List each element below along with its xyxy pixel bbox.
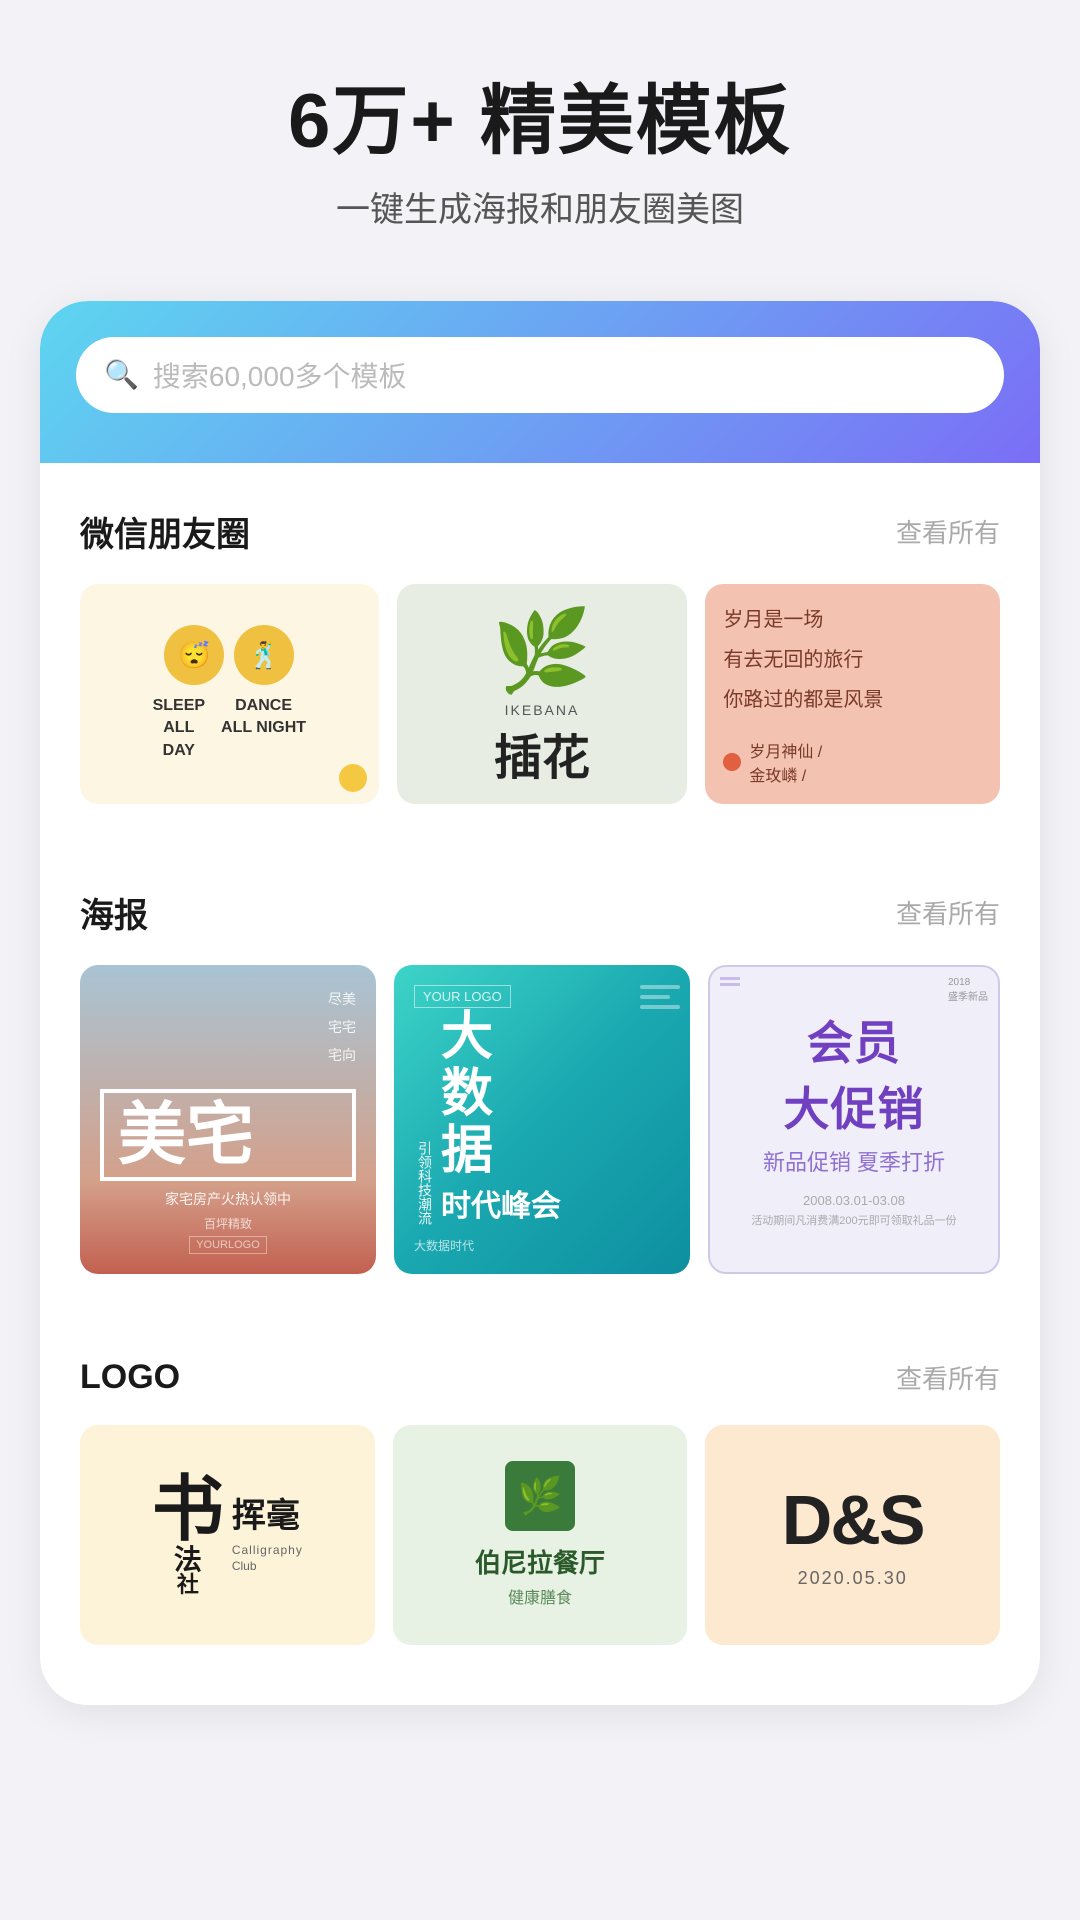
poster-side-text: 尽美宅宅宅向 — [100, 985, 356, 1069]
logo1-right-text: 挥毫 Calligraphy Club — [232, 1496, 303, 1573]
logo-section: LOGO 查看所有 书 法 社 挥毫 Calligraphy Club — [40, 1314, 1040, 1655]
logo1-eng1: Calligraphy — [232, 1543, 303, 1557]
poster3-sub: 新品促销 夏季打折 — [763, 1145, 945, 1177]
card-sleep-dance-text: SLEEP ALL DAY DANCE ALL NIGHT — [153, 695, 307, 762]
logo1-main-area: 书 法 社 挥毫 Calligraphy Club — [152, 1474, 303, 1596]
poster2-logo: YOUR LOGO — [414, 985, 511, 1008]
hero-section: 6万+ 精美模板 一键生成海报和朋友圈美图 — [0, 0, 1080, 271]
logo-card-ds[interactable]: D&S 2020.05.30 — [705, 1425, 1000, 1645]
poster-section-title: 海报 — [80, 888, 148, 937]
poster-main-text: 美宅 — [100, 1089, 356, 1181]
poster3-corner: 2018 盛季新品 — [948, 977, 988, 1003]
poem-name1: 岁月神仙 / 金玫嶙 / — [749, 738, 822, 786]
logo1-brush-area: 书 法 社 — [152, 1474, 224, 1596]
logo2-name: 伯尼拉餐厅 — [475, 1543, 605, 1580]
logo3-letters: D&S — [782, 1480, 924, 1560]
decorative-waves — [640, 985, 680, 1009]
hero-title: 6万+ 精美模板 — [60, 80, 1020, 164]
logo1-bottom-char2: 社 — [177, 1574, 199, 1596]
poster-view-all[interactable]: 查看所有 — [896, 894, 1000, 931]
logo-card-calligraphy[interactable]: 书 法 社 挥毫 Calligraphy Club — [80, 1425, 375, 1645]
logo1-hanzi: 挥毫 — [232, 1496, 300, 1537]
poster2-main-area: 引领科技潮流 大数据 时代峰会 — [414, 1009, 670, 1225]
poster-section: 海报 查看所有 尽美宅宅宅向 美宅 家宅房产火热认领中 百坪精致 YOURLOG… — [40, 844, 1040, 1284]
poster3-main: 会员 — [807, 1007, 901, 1073]
plant-emoji: 🌿 — [492, 604, 592, 698]
search-header: 🔍 搜索60,000多个模板 — [40, 301, 1040, 463]
deco-lines — [720, 977, 740, 986]
card-badge — [339, 764, 367, 792]
wechat-card-ikebana[interactable]: 🌿 IKEBANA 插花 — [397, 584, 688, 804]
wechat-section: 微信朋友圈 查看所有 😴 🕺 SLEEP ALL DAY DANCE — [40, 463, 1040, 814]
logo-card-restaurant[interactable]: 🌿 伯尼拉餐厅 健康膳食 — [393, 1425, 688, 1645]
card-figures: 😴 🕺 — [164, 625, 294, 685]
poster2-big-text: 大数据 时代峰会 — [441, 1009, 561, 1225]
poster-logo: YOURLOGO — [189, 1236, 267, 1254]
dance-text: DANCE ALL NIGHT — [221, 695, 306, 762]
poster3-detail: 2008.03.01-03.08 活动期间凡消费满200元即可领取礼品一份 — [751, 1189, 956, 1232]
figure-dance: 🕺 — [234, 625, 294, 685]
wechat-view-all[interactable]: 查看所有 — [896, 513, 1000, 550]
search-bar[interactable]: 🔍 搜索60,000多个模板 — [76, 337, 1004, 413]
hero-subtitle: 一键生成海报和朋友圈美图 — [60, 182, 1020, 231]
poster-card-member-sale[interactable]: 2018 盛季新品 会员 大促销 新品促销 夏季打折 2008.03.01-03… — [708, 965, 1000, 1274]
poster-cards-row: 尽美宅宅宅向 美宅 家宅房产火热认领中 百坪精致 YOURLOGO YOUR L… — [80, 965, 1000, 1274]
logo-section-title: LOGO — [80, 1358, 180, 1397]
wechat-card-sleep-dance[interactable]: 😴 🕺 SLEEP ALL DAY DANCE ALL NIGHT — [80, 584, 379, 804]
logo-cards-row: 书 法 社 挥毫 Calligraphy Club 🌿 伯尼拉餐厅 健康膳食 — [80, 1425, 1000, 1645]
poster-card-realestate[interactable]: 尽美宅宅宅向 美宅 家宅房产火热认领中 百坪精致 YOURLOGO — [80, 965, 376, 1274]
logo2-icon: 🌿 — [505, 1461, 575, 1531]
search-placeholder: 搜索60,000多个模板 — [153, 355, 407, 395]
poem-text: 岁月是一场 有去无回的旅行 你路过的都是风景 — [723, 602, 982, 718]
app-card: 🔍 搜索60,000多个模板 微信朋友圈 查看所有 😴 🕺 SLEEP ALL — [40, 301, 1040, 1705]
wechat-section-header: 微信朋友圈 查看所有 — [80, 507, 1000, 556]
wechat-card-poem[interactable]: 岁月是一场 有去无回的旅行 你路过的都是风景 岁月神仙 / 金玫嶙 / — [705, 584, 1000, 804]
poster-card-bigdata[interactable]: YOUR LOGO 引领科技潮流 大数据 时代峰会 大数据时代 — [394, 965, 690, 1274]
figure-sleep: 😴 — [164, 625, 224, 685]
sleep-text: SLEEP ALL DAY — [153, 695, 205, 762]
logo1-brush-char: 书 — [152, 1474, 224, 1546]
poster-section-header: 海报 查看所有 — [80, 888, 1000, 937]
logo2-sub: 健康膳食 — [508, 1584, 572, 1608]
logo-section-header: LOGO 查看所有 — [80, 1358, 1000, 1397]
logo3-date: 2020.05.30 — [798, 1568, 908, 1589]
ikebana-label: IKEBANA — [505, 702, 580, 718]
logo-view-all[interactable]: 查看所有 — [896, 1359, 1000, 1396]
logo1-eng2: Club — [232, 1559, 257, 1573]
poem-authors: 岁月神仙 / 金玫嶙 / — [723, 738, 982, 786]
poster-footer: 百坪精致 — [100, 1215, 356, 1232]
poster-sub: 家宅房产火热认领中 — [100, 1189, 356, 1209]
search-icon: 🔍 — [104, 358, 139, 391]
logo1-bottom-char: 法 — [174, 1546, 202, 1574]
ikebana-chinese: 插花 — [494, 718, 590, 788]
poem-dot — [723, 753, 741, 771]
poster3-main2: 大促销 — [784, 1073, 925, 1139]
wechat-section-title: 微信朋友圈 — [80, 507, 250, 556]
wechat-cards-row: 😴 🕺 SLEEP ALL DAY DANCE ALL NIGHT — [80, 584, 1000, 804]
poster2-side: 引领科技潮流 — [414, 1141, 435, 1225]
poster2-footer: 大数据时代 — [414, 1237, 670, 1254]
